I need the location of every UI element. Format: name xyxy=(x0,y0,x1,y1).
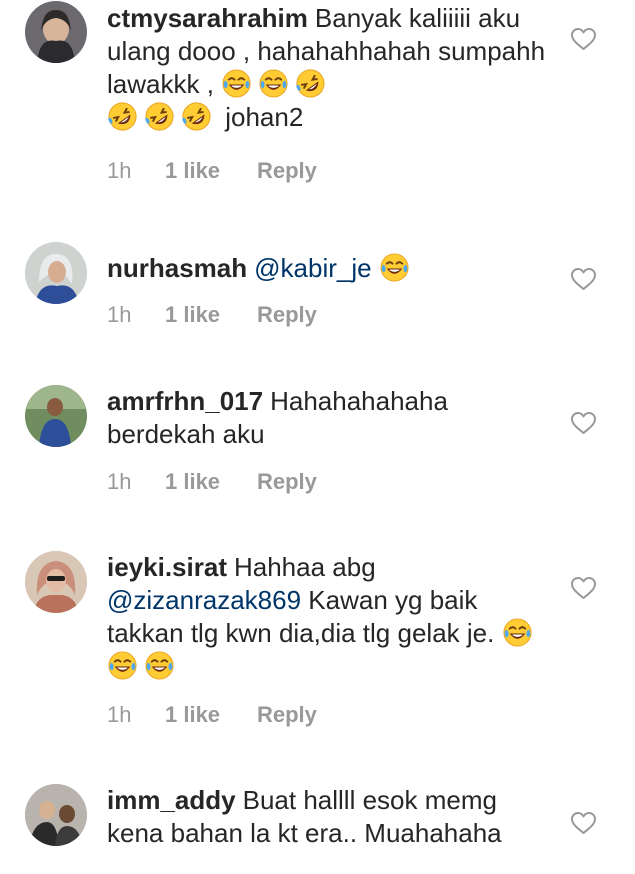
heart-outline-icon[interactable] xyxy=(570,27,597,51)
comment-body-text: Hahhaa abg xyxy=(233,552,376,582)
comment-list: ctmysarahrahim Banyak kaliiiii aku ulang … xyxy=(0,0,635,874)
comment-time: 1h xyxy=(107,302,132,327)
heart-outline-icon[interactable] xyxy=(570,576,597,600)
mention-link[interactable]: @zizanrazak869 xyxy=(107,585,301,615)
likes-count[interactable]: 1 like xyxy=(165,702,220,728)
face-with-tears-of-joy-emoji-icon xyxy=(502,617,533,648)
comment-body-text: johan2 xyxy=(218,102,304,132)
avatar[interactable] xyxy=(25,1,87,63)
comment-text: nurhasmah @kabir_je xyxy=(107,252,557,285)
rolling-on-the-floor-laughing-emoji-icon xyxy=(295,68,326,99)
comment-time: 1h xyxy=(107,469,132,494)
heart-outline-icon[interactable] xyxy=(570,411,597,435)
reply-button[interactable]: Reply xyxy=(257,469,317,495)
comment-username[interactable]: amrfrhn_017 xyxy=(107,386,263,416)
rolling-on-the-floor-laughing-emoji-icon xyxy=(144,101,175,132)
comment-username[interactable]: ieyki.sirat xyxy=(107,552,227,582)
likes-count[interactable]: 1 like xyxy=(165,469,220,495)
comment-time: 1h xyxy=(107,158,132,183)
face-with-tears-of-joy-emoji-icon xyxy=(107,650,138,681)
face-with-tears-of-joy-emoji-icon xyxy=(221,68,252,99)
comment-text: ieyki.sirat Hahhaa abg @zizanrazak869 Kaw… xyxy=(107,551,557,683)
comment-text: imm_addy Buat hallll esok memg kena bahan… xyxy=(107,784,557,850)
heart-outline-icon[interactable] xyxy=(570,811,597,835)
face-with-tears-of-joy-emoji-icon xyxy=(258,68,289,99)
avatar[interactable] xyxy=(25,551,87,613)
likes-count[interactable]: 1 like xyxy=(165,302,220,328)
comment-text: ctmysarahrahim Banyak kaliiiii aku ulang … xyxy=(107,2,557,134)
reply-button[interactable]: Reply xyxy=(257,302,317,328)
comment-username[interactable]: nurhasmah xyxy=(107,253,247,283)
mention-link[interactable]: @kabir_je xyxy=(254,253,371,283)
comment-text: amrfrhn_017 Hahahahahaha berdekah aku xyxy=(107,385,557,451)
avatar[interactable] xyxy=(25,385,87,447)
face-with-tears-of-joy-emoji-icon xyxy=(379,252,410,283)
avatar[interactable] xyxy=(25,242,87,304)
reply-button[interactable]: Reply xyxy=(257,702,317,728)
comment-username[interactable]: ctmysarahrahim xyxy=(107,3,308,33)
likes-count[interactable]: 1 like xyxy=(165,158,220,184)
comment-time: 1h xyxy=(107,702,132,727)
heart-outline-icon[interactable] xyxy=(570,267,597,291)
reply-button[interactable]: Reply xyxy=(257,158,317,184)
rolling-on-the-floor-laughing-emoji-icon xyxy=(107,101,138,132)
comment-body-text xyxy=(372,253,379,283)
avatar[interactable] xyxy=(25,784,87,846)
comment-username[interactable]: imm_addy xyxy=(107,785,236,815)
face-with-tears-of-joy-emoji-icon xyxy=(144,650,175,681)
rolling-on-the-floor-laughing-emoji-icon xyxy=(181,101,212,132)
